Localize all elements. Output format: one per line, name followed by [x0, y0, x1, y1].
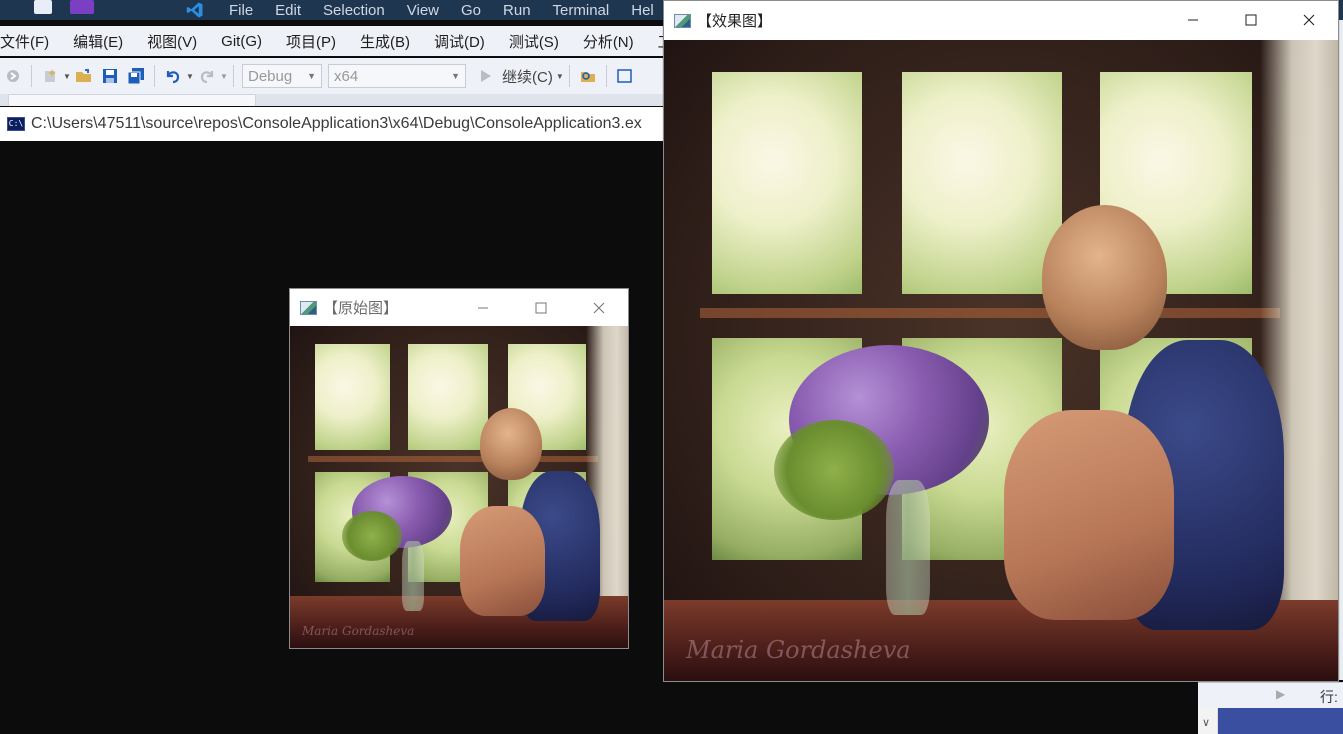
- vs-menu-analyze[interactable]: 分析(N): [571, 31, 646, 52]
- photo-signature: Maria Gordasheva: [302, 624, 415, 638]
- vs-menu-edit[interactable]: 编辑(E): [61, 31, 135, 52]
- window-frame: [308, 456, 598, 462]
- girl-head: [480, 408, 542, 480]
- vs-toolbar: ▼ ▼ ▼ Debug ▼ x64 ▼ 继续(C) ▼: [0, 58, 700, 94]
- girl-head: [1042, 205, 1167, 350]
- vs-document-tabs: [0, 94, 700, 106]
- effect-window-title: 【效果图】: [697, 13, 773, 30]
- vs-editor-status: ▶ 行:: [1198, 682, 1343, 708]
- open-folder-icon[interactable]: [75, 67, 93, 85]
- toolbar-separator: [233, 65, 234, 87]
- window-app-icon: [300, 300, 317, 315]
- platform-value: x64: [334, 67, 359, 85]
- effect-window-titlebar[interactable]: 【效果图】: [664, 1, 1338, 40]
- undo-dropdown-icon[interactable]: ▼: [186, 67, 194, 85]
- home-icon[interactable]: [34, 0, 52, 14]
- configuration-value: Debug: [248, 67, 293, 85]
- photo-signature: Maria Gordasheva: [686, 636, 911, 664]
- maximize-icon: [535, 302, 547, 313]
- effect-image-window[interactable]: 【效果图】 Maria Gordasheva: [663, 0, 1339, 682]
- edit-window-icon[interactable]: [616, 67, 634, 85]
- window-frame: [700, 308, 1280, 318]
- window-pane: [902, 72, 1062, 294]
- console-app-icon: C:\: [7, 117, 25, 131]
- maximize-button[interactable]: [512, 289, 570, 326]
- leaves: [774, 420, 894, 520]
- toolbar-separator: [605, 65, 607, 87]
- vscode-menu-run[interactable]: Run: [492, 2, 542, 19]
- vase: [402, 541, 424, 611]
- platform-select[interactable]: x64 ▼: [328, 64, 466, 88]
- minimize-icon: [1188, 19, 1198, 20]
- vs-menu-file[interactable]: 文件(F): [0, 31, 61, 52]
- toolbar-separator: [31, 65, 32, 87]
- vs-menu-bar: 文件(F) 编辑(E) 视图(V) Git(G) 项目(P) 生成(B) 调试(…: [0, 26, 700, 56]
- original-image: Maria Gordasheva: [290, 326, 628, 648]
- original-window-titlebar[interactable]: 【原始图】: [290, 289, 628, 326]
- girl-legs: [460, 506, 545, 616]
- minimize-icon: [478, 307, 488, 308]
- girl-legs: [1004, 410, 1174, 620]
- close-button[interactable]: [570, 289, 628, 326]
- window-app-icon: [674, 13, 691, 28]
- vscode-logo-icon: [186, 2, 203, 18]
- window-pane: [712, 72, 862, 294]
- vscode-menu-selection[interactable]: Selection: [312, 2, 396, 19]
- maximize-icon: [1245, 14, 1257, 25]
- close-icon: [593, 302, 605, 313]
- vs-menu-git[interactable]: Git(G): [209, 33, 274, 50]
- maximize-button[interactable]: [1222, 1, 1280, 38]
- vscode-menu-go[interactable]: Go: [450, 2, 492, 19]
- continue-dropdown-icon[interactable]: ▼: [556, 67, 564, 85]
- vscode-menu-terminal[interactable]: Terminal: [542, 2, 621, 19]
- redo-icon[interactable]: [198, 67, 216, 85]
- forward-icon[interactable]: [4, 67, 22, 85]
- row-indicator: 行:: [1320, 689, 1338, 705]
- chevron-down-icon: ▼: [451, 71, 460, 81]
- chevron-down-icon: ▼: [307, 71, 316, 81]
- close-button[interactable]: [1280, 1, 1338, 38]
- toolbar-separator: [568, 65, 570, 87]
- original-image-window[interactable]: 【原始图】 Maria Gordasheva: [289, 288, 629, 649]
- original-window-title: 【原始图】: [323, 300, 399, 317]
- effect-image: Maria Gordasheva: [664, 40, 1338, 681]
- close-icon: [1303, 14, 1315, 25]
- vs-menu-test[interactable]: 测试(S): [497, 31, 571, 52]
- window-pane: [408, 344, 488, 450]
- visual-studio-icon[interactable]: [70, 0, 94, 14]
- console-path: C:\Users\47511\source\repos\ConsoleAppli…: [31, 115, 642, 132]
- vscode-menu-file[interactable]: File: [218, 2, 264, 19]
- find-in-files-icon[interactable]: [579, 67, 597, 85]
- vs-status-bar: [1218, 708, 1343, 734]
- vscode-menu: File Edit Selection View Go Run Terminal…: [218, 2, 665, 19]
- vs-menu-build[interactable]: 生成(B): [348, 31, 422, 52]
- chevron-down-icon: ∨: [1202, 716, 1211, 729]
- vscode-menu-view[interactable]: View: [396, 2, 450, 19]
- continue-button[interactable]: 继续(C): [502, 66, 553, 87]
- vs-menu-view[interactable]: 视图(V): [135, 31, 209, 52]
- lifecycle-events-tab[interactable]: [264, 94, 440, 106]
- console-window-title: C:\ C:\Users\47511\source\repos\ConsoleA…: [0, 107, 665, 141]
- vs-menu-debug[interactable]: 调试(D): [422, 31, 497, 52]
- leaves: [342, 511, 402, 561]
- save-icon[interactable]: [101, 67, 119, 85]
- vase: [886, 480, 930, 615]
- minimize-button[interactable]: [454, 289, 512, 326]
- undo-icon[interactable]: [164, 67, 182, 85]
- vs-scroll-down-button[interactable]: ∨: [1198, 708, 1218, 734]
- chevron-right-icon[interactable]: ▶: [1276, 687, 1285, 701]
- minimize-button[interactable]: [1164, 1, 1222, 38]
- vscode-menu-help[interactable]: Hel: [620, 2, 665, 19]
- dropdown-arrow-icon[interactable]: ▼: [63, 67, 71, 85]
- window-pane: [315, 344, 390, 450]
- process-tab[interactable]: [8, 94, 256, 106]
- vs-menu-project[interactable]: 项目(P): [274, 31, 348, 52]
- configuration-select[interactable]: Debug ▼: [242, 64, 322, 88]
- toolbar-separator: [154, 65, 155, 87]
- continue-play-icon[interactable]: [477, 67, 495, 85]
- vscode-menu-edit[interactable]: Edit: [264, 2, 312, 19]
- save-all-icon[interactable]: [127, 67, 145, 85]
- new-project-icon[interactable]: [41, 67, 59, 85]
- redo-dropdown-icon[interactable]: ▼: [220, 67, 228, 85]
